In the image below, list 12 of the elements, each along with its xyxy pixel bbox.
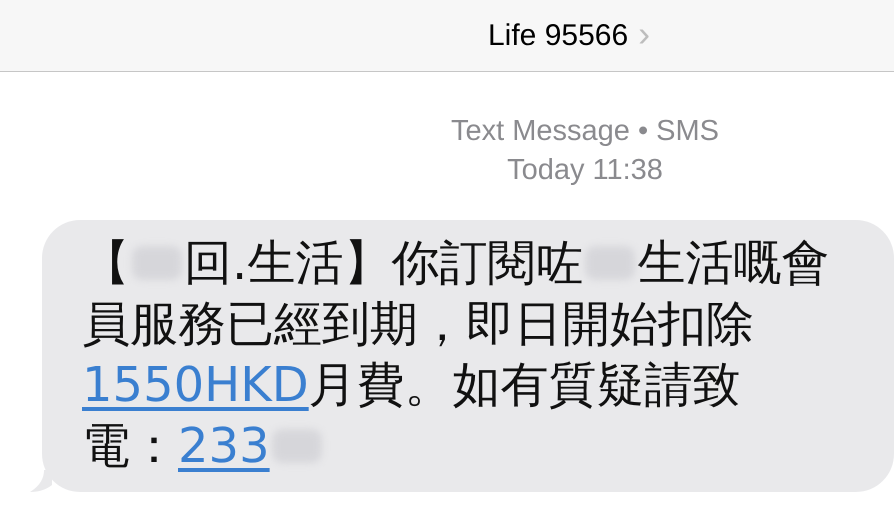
message-link[interactable]: 233 bbox=[178, 418, 270, 474]
message-type-label: Text Message • SMS bbox=[450, 114, 720, 149]
timestamp: Today 11:38 bbox=[507, 153, 663, 188]
contact-name[interactable]: Life 95566 bbox=[488, 18, 628, 52]
message-text: 生活嘅會 bbox=[637, 234, 830, 292]
message-text: 回.生活】你訂閱咗 bbox=[184, 234, 584, 292]
chevron-icon[interactable]: › bbox=[638, 12, 650, 54]
message-text: 員服務已經到期，即日開始扣除 bbox=[82, 294, 754, 354]
message-link[interactable]: 1550HKD bbox=[82, 356, 309, 412]
message-text: 【 bbox=[82, 234, 130, 292]
message-text: 電： bbox=[82, 416, 178, 476]
message-text: 月費。如有質疑請致 bbox=[308, 356, 741, 414]
